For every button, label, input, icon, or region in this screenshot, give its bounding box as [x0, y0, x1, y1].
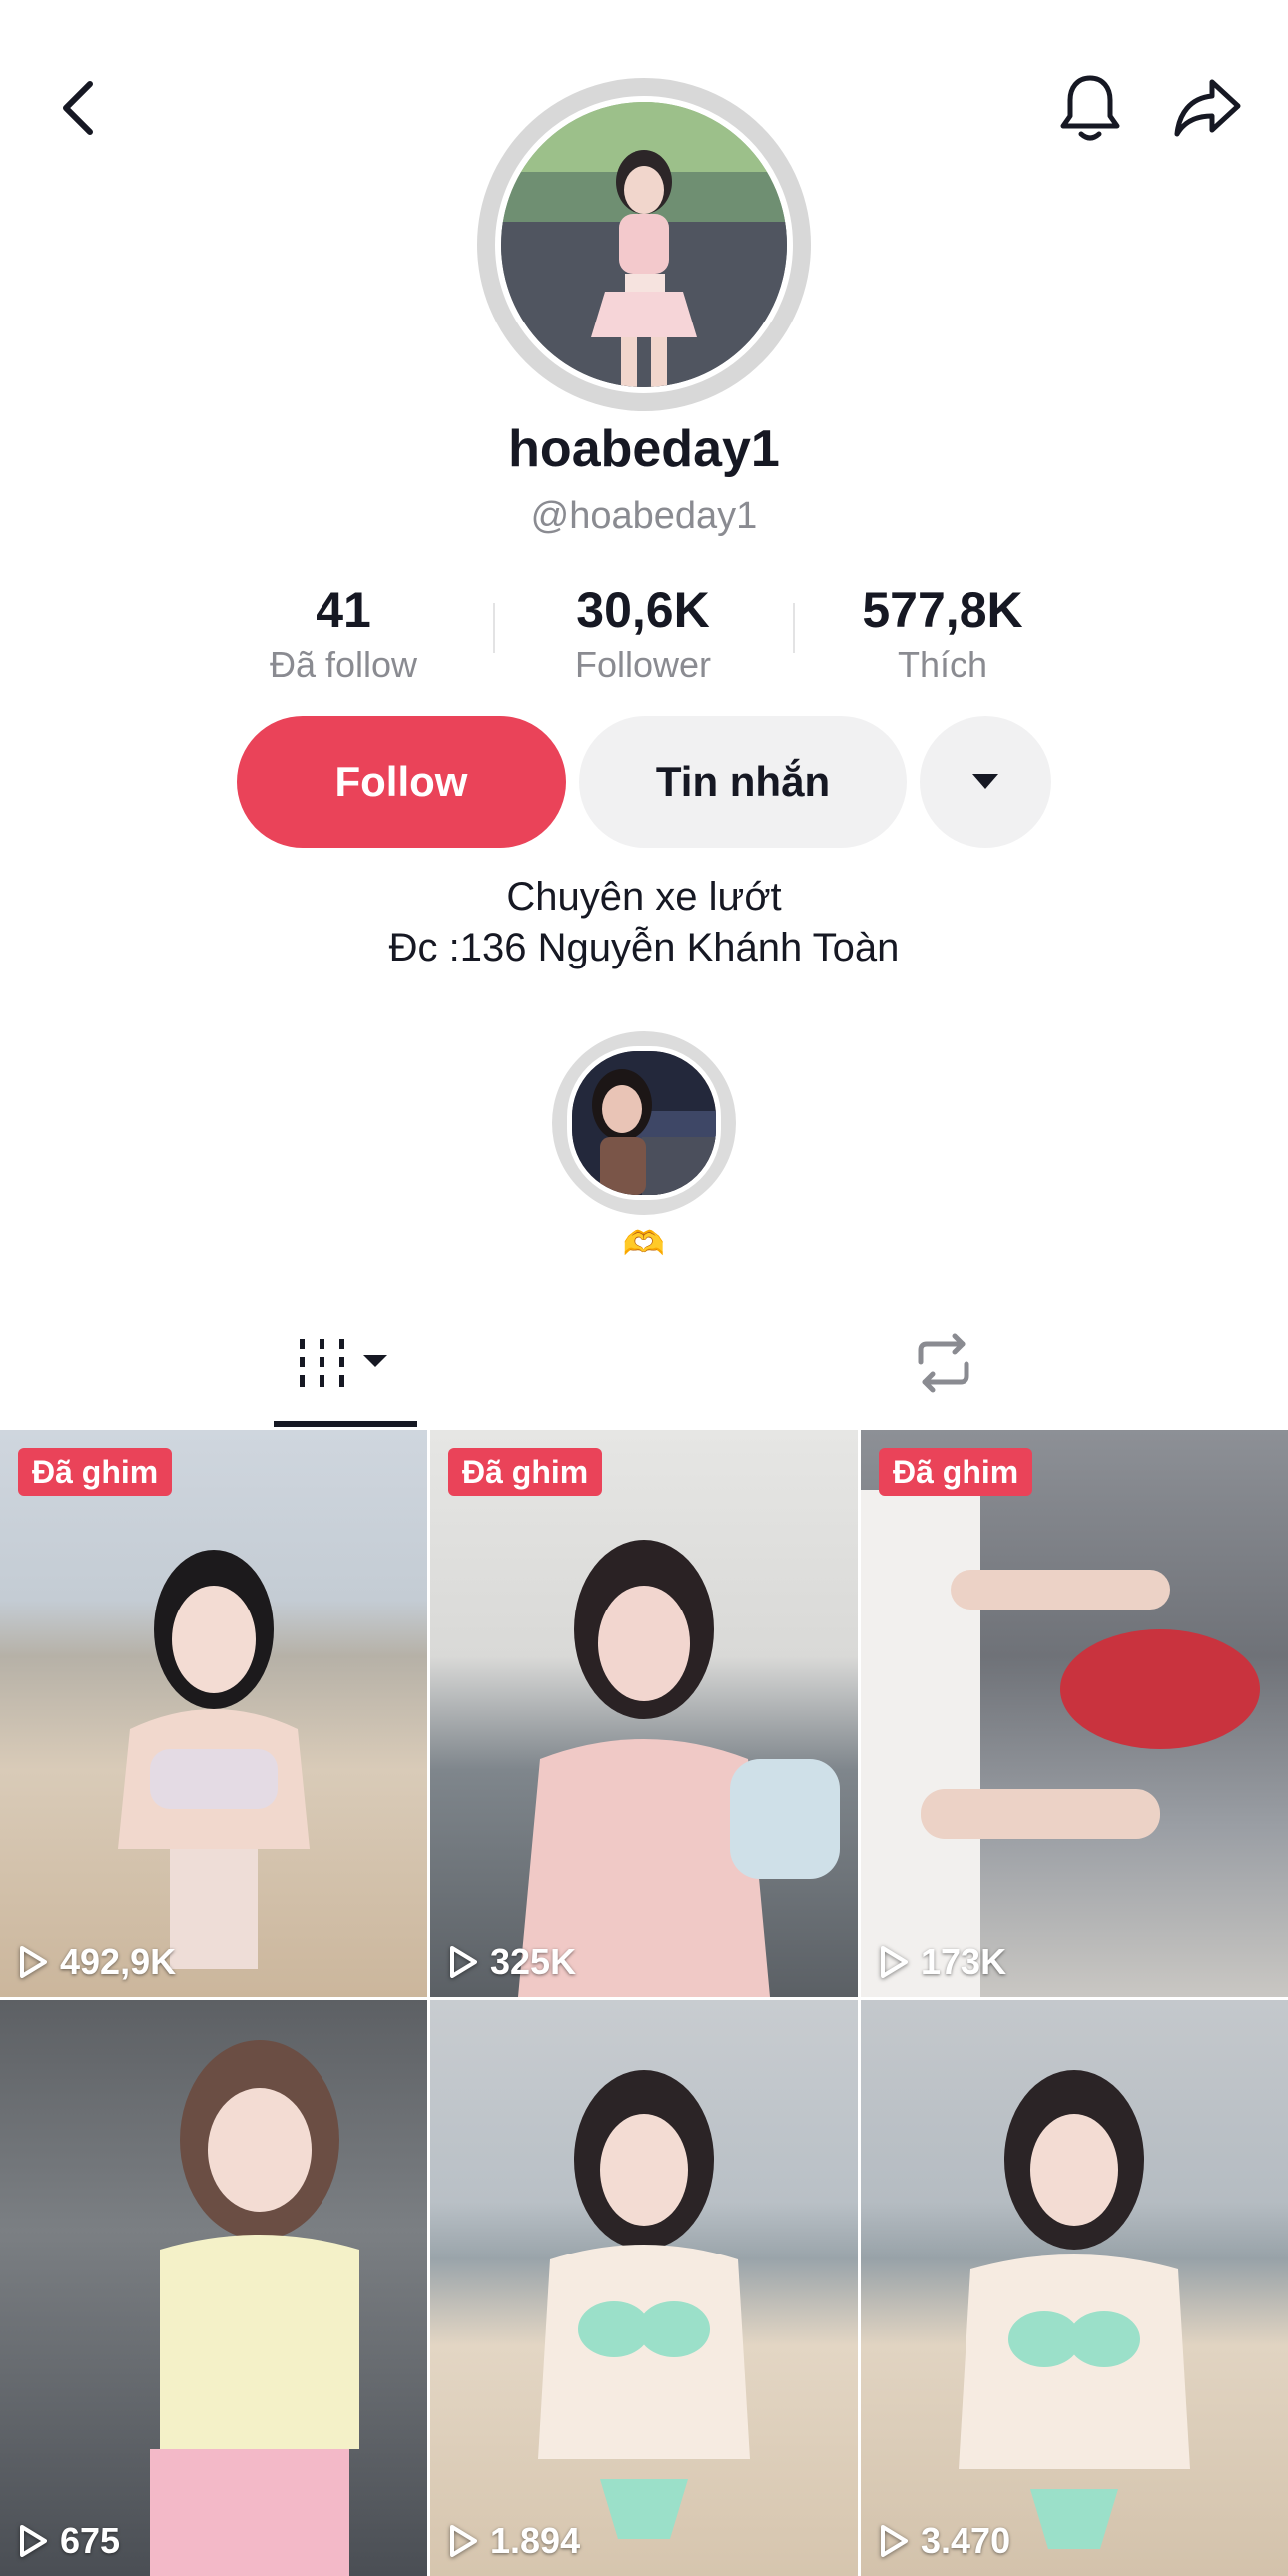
view-count: 675	[18, 2520, 120, 2562]
view-count-text: 325K	[490, 1941, 577, 1982]
chevron-left-icon	[63, 81, 93, 135]
display-name: hoabeday1	[508, 420, 780, 478]
stat-likes[interactable]: 577,8K Thích	[823, 577, 1062, 687]
username-handle: @hoabeday1	[530, 495, 758, 537]
pinned-badge: Đã ghim	[879, 1448, 1033, 1496]
notification-button[interactable]	[1040, 58, 1140, 158]
message-button[interactable]: Tin nhắn	[579, 716, 907, 848]
avatar-photo	[495, 96, 793, 393]
stat-divider	[493, 603, 495, 653]
likes-count: 577,8K	[862, 582, 1023, 638]
followers-count: 30,6K	[576, 582, 710, 638]
pinned-badge: Đã ghim	[448, 1448, 603, 1496]
play-icon	[20, 1946, 47, 1978]
view-count: 173K	[879, 1941, 1006, 1983]
tab-videos[interactable]	[274, 1298, 417, 1428]
stat-followers[interactable]: 30,6K Follower	[523, 577, 763, 687]
tab-reposts[interactable]	[879, 1298, 1008, 1428]
view-count-text: 173K	[921, 1941, 1007, 1982]
bio-line-1: Chuyên xe lướt	[506, 875, 782, 919]
likes-label: Thích	[897, 644, 988, 685]
video-thumbnail[interactable]: 3.470	[861, 2000, 1288, 2576]
view-count: 1.894	[448, 2520, 580, 2562]
following-label: Đã follow	[269, 644, 418, 685]
video-thumbnail[interactable]: Đã ghim 173K	[861, 1430, 1288, 1997]
stat-following[interactable]: 41 Đã follow	[224, 577, 463, 687]
back-button[interactable]	[28, 58, 128, 158]
share-button[interactable]	[1158, 58, 1258, 158]
highlight-thumbnail	[567, 1046, 721, 1200]
view-count: 3.470	[879, 2520, 1010, 2562]
view-count: 492,9K	[18, 1941, 176, 1983]
following-count: 41	[316, 582, 371, 638]
active-tab-indicator	[274, 1421, 417, 1427]
view-count-text: 1.894	[490, 2520, 581, 2561]
bio-line-2: Đc :136 Nguyễn Khánh Toàn	[388, 926, 900, 969]
play-icon	[450, 2525, 477, 2557]
view-count: 325K	[448, 1941, 576, 1983]
video-thumbnail[interactable]: 675	[0, 2000, 427, 2576]
view-count-text: 492,9K	[60, 1941, 177, 1982]
share-arrow-icon	[1174, 79, 1241, 137]
video-thumbnail[interactable]: Đã ghim 492,9K	[0, 1430, 427, 1997]
repost-icon	[918, 1333, 969, 1393]
stat-divider	[793, 603, 795, 653]
view-count-text: 675	[60, 2520, 121, 2561]
follow-button[interactable]: Follow	[237, 716, 566, 848]
view-count-text: 3.470	[921, 2520, 1011, 2561]
pinned-badge: Đã ghim	[18, 1448, 173, 1496]
play-icon	[881, 2525, 908, 2557]
bell-icon	[1060, 75, 1120, 141]
profile-avatar[interactable]	[477, 78, 811, 411]
play-icon	[450, 1946, 477, 1978]
followers-label: Follower	[574, 644, 712, 685]
play-icon	[881, 1946, 908, 1978]
caret-down-icon	[972, 774, 998, 789]
videos-grid-icon	[300, 1339, 387, 1387]
more-options-button[interactable]	[920, 716, 1051, 848]
story-highlight[interactable]	[552, 1031, 736, 1215]
video-thumbnail[interactable]: 1.894	[430, 2000, 858, 2576]
video-thumbnail[interactable]: Đã ghim 325K	[430, 1430, 858, 1997]
highlight-caption: 🫶	[622, 1225, 666, 1263]
play-icon	[20, 2525, 47, 2557]
